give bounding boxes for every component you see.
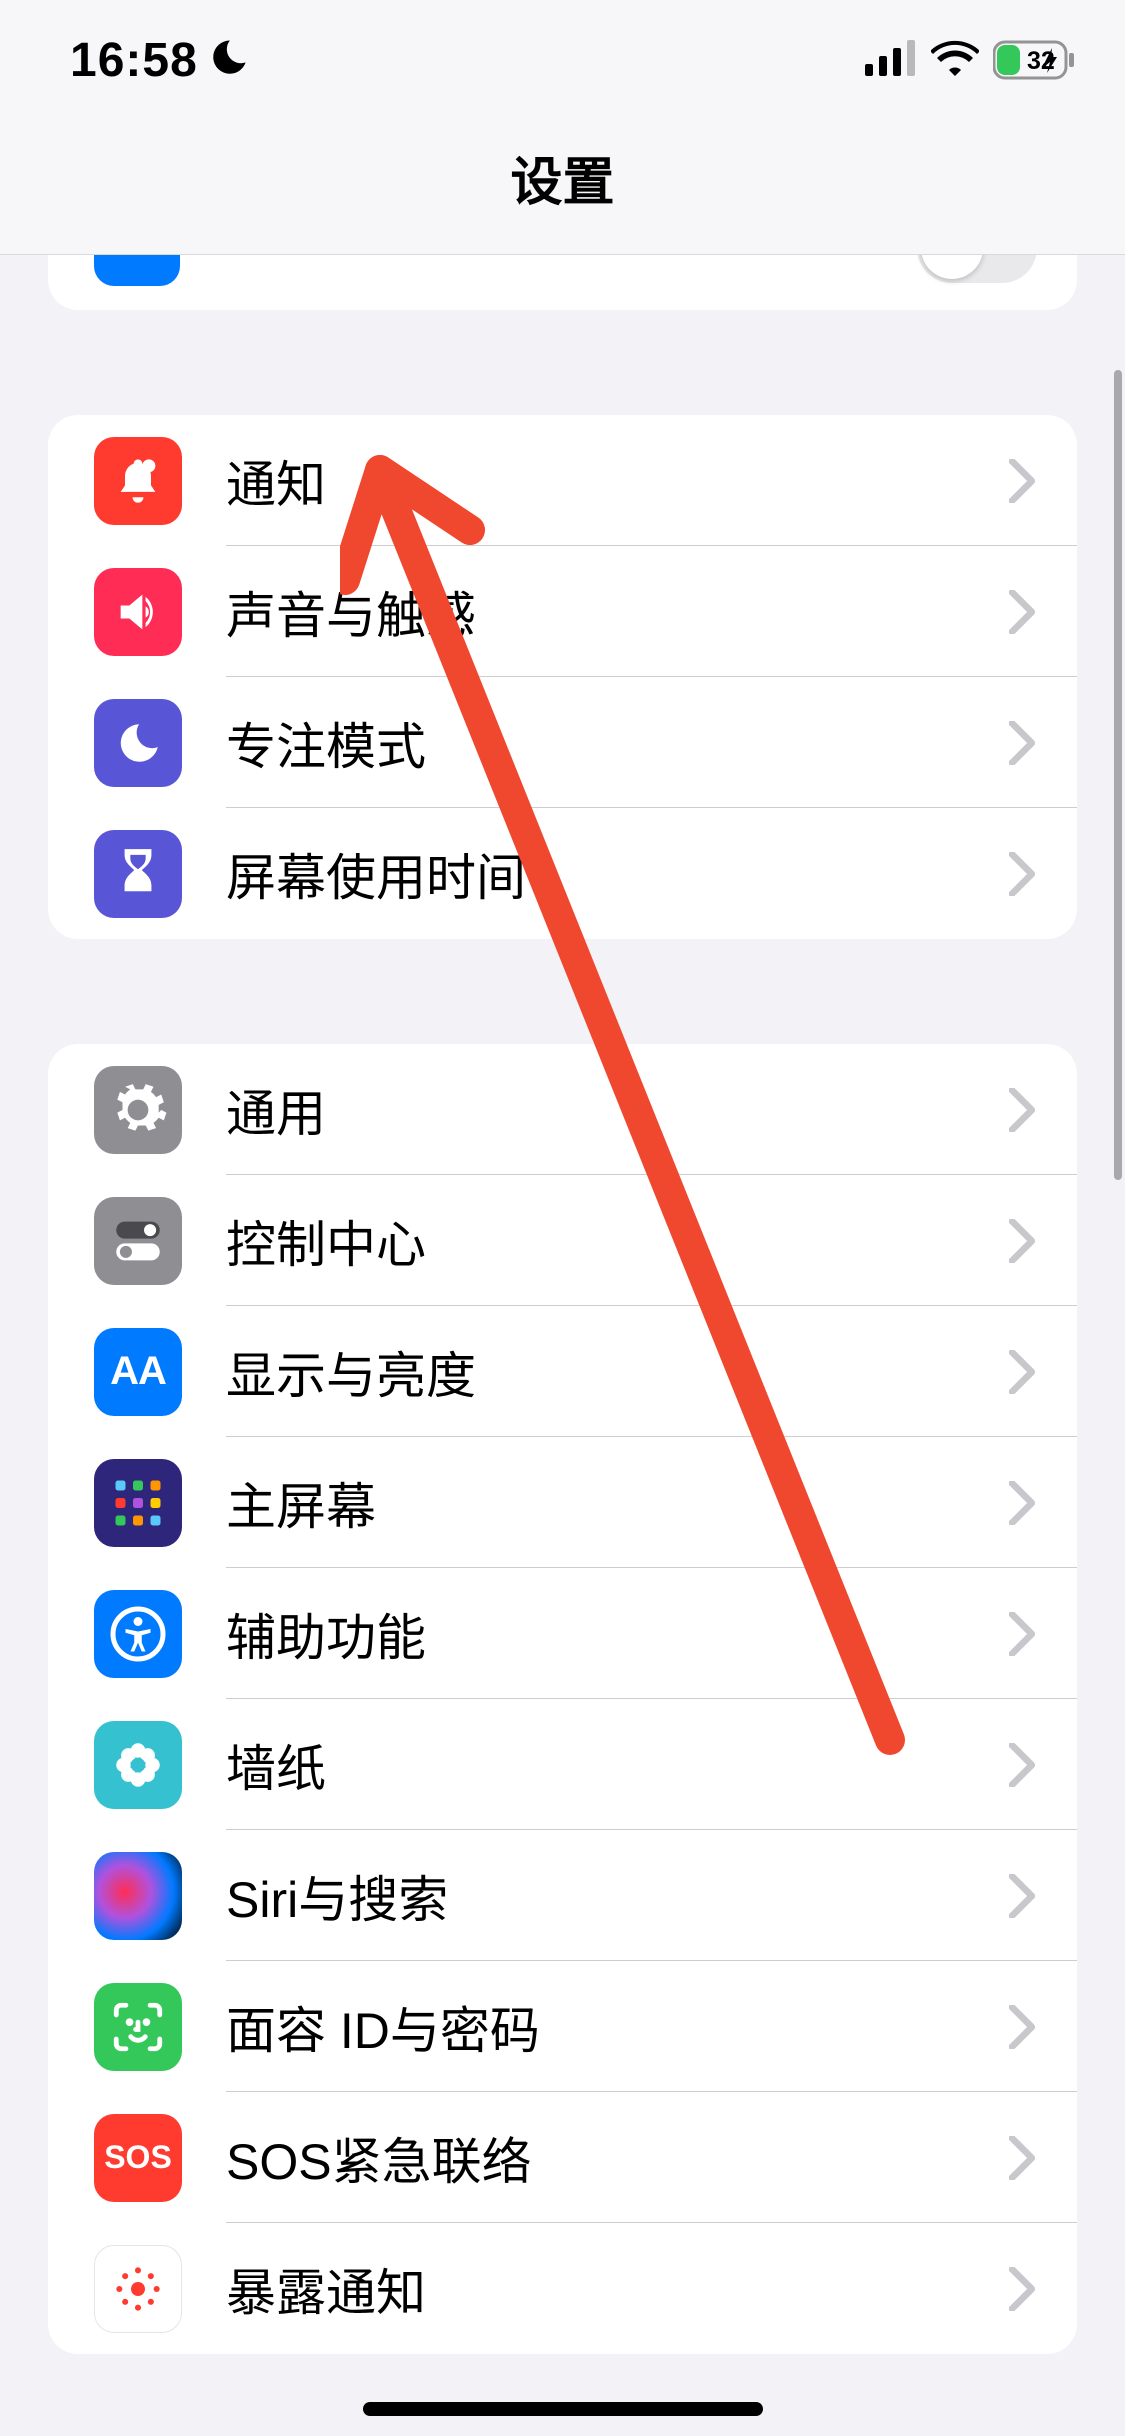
wifi-icon <box>931 40 979 81</box>
settings-row-faceid[interactable]: 面容 ID与密码 <box>48 1961 1077 2092</box>
chevron-right-icon <box>1009 1874 1037 1918</box>
home-indicator[interactable] <box>363 2402 763 2416</box>
settings-group-1: 通知 声音与触感 专注模式 屏幕使用时间 <box>48 415 1077 939</box>
nav-bar: 设置 <box>0 100 1125 255</box>
row-label: SOS紧急联络 <box>182 2122 1009 2194</box>
app-grid-icon <box>94 1459 182 1547</box>
settings-row-siri[interactable]: Siri与搜索 <box>48 1830 1077 1961</box>
settings-row-screen-time[interactable]: 屏幕使用时间 <box>48 808 1077 939</box>
chevron-right-icon <box>1009 1088 1037 1132</box>
settings-row-accessibility[interactable]: 辅助功能 <box>48 1568 1077 1699</box>
status-bar: 16:58 32 <box>0 0 1125 100</box>
chevron-right-icon <box>1009 721 1037 765</box>
battery-icon: 32 <box>993 40 1075 80</box>
chevron-right-icon <box>1009 1612 1037 1656</box>
chevron-right-icon <box>1009 2136 1037 2180</box>
row-label: 辅助功能 <box>182 1598 1009 1670</box>
chevron-right-icon <box>1009 459 1037 503</box>
row-label: 通用 <box>182 1074 1009 1146</box>
settings-row-notifications[interactable]: 通知 <box>48 415 1077 546</box>
settings-row-sos[interactable]: SOS SOS紧急联络 <box>48 2092 1077 2223</box>
row-label: 声音与触感 <box>182 576 1009 648</box>
row-label: 暴露通知 <box>182 2253 1009 2325</box>
row-label: 控制中心 <box>182 1205 1009 1277</box>
status-right: 32 <box>865 40 1075 81</box>
row-label: 屏幕使用时间 <box>182 838 1009 910</box>
chevron-right-icon <box>1009 1743 1037 1787</box>
toggle-switch[interactable] <box>917 255 1037 283</box>
chevron-right-icon <box>1009 590 1037 634</box>
row-label: 墙纸 <box>182 1729 1009 1801</box>
chevron-right-icon <box>1009 2267 1037 2311</box>
hourglass-icon <box>94 830 182 918</box>
status-time: 16:58 <box>70 33 198 88</box>
chevron-right-icon <box>1009 1481 1037 1525</box>
text-size-icon: AA <box>94 1328 182 1416</box>
moon-icon <box>94 699 182 787</box>
bell-icon <box>94 437 182 525</box>
chevron-right-icon <box>1009 1350 1037 1394</box>
row-label: 通知 <box>182 445 1009 517</box>
speaker-icon <box>94 568 182 656</box>
sos-icon: SOS <box>94 2114 182 2202</box>
settings-row-wallpaper[interactable]: 墙纸 <box>48 1699 1077 1830</box>
row-label: 面容 ID与密码 <box>182 1991 1009 2063</box>
settings-row-sounds[interactable]: 声音与触感 <box>48 546 1077 677</box>
settings-row-home-screen[interactable]: 主屏幕 <box>48 1437 1077 1568</box>
flower-icon <box>94 1721 182 1809</box>
row-label: 专注模式 <box>182 707 1009 779</box>
settings-row-control-center[interactable]: 控制中心 <box>48 1175 1077 1306</box>
chevron-right-icon <box>1009 1219 1037 1263</box>
switches-icon <box>94 1197 182 1285</box>
chevron-right-icon <box>1009 852 1037 896</box>
chevron-right-icon <box>1009 2005 1037 2049</box>
status-left: 16:58 <box>70 33 250 88</box>
dnd-moon-icon <box>208 37 250 84</box>
row-label: Siri与搜索 <box>182 1860 1009 1932</box>
settings-group-2: 通用 控制中心 AA 显示与亮度 <box>48 1044 1077 2354</box>
gear-icon <box>94 1066 182 1154</box>
row-label: 显示与亮度 <box>182 1336 1009 1408</box>
settings-row-display[interactable]: AA 显示与亮度 <box>48 1306 1077 1437</box>
exposure-icon <box>94 2245 182 2333</box>
settings-row-focus[interactable]: 专注模式 <box>48 677 1077 808</box>
cellular-icon <box>865 40 917 81</box>
settings-row-partial[interactable] <box>48 255 1077 310</box>
siri-icon <box>94 1852 182 1940</box>
settings-row-exposure[interactable]: 暴露通知 <box>48 2223 1077 2354</box>
scroll-indicator[interactable] <box>1114 370 1122 1180</box>
row-label: 主屏幕 <box>182 1467 1009 1539</box>
faceid-icon <box>94 1983 182 2071</box>
content[interactable]: 通知 声音与触感 专注模式 屏幕使用时间 <box>0 255 1125 2354</box>
settings-row-general[interactable]: 通用 <box>48 1044 1077 1175</box>
nav-title: 设置 <box>510 140 614 215</box>
accessibility-icon <box>94 1590 182 1678</box>
toggle-knob <box>921 255 983 279</box>
partial-row-icon <box>94 255 180 286</box>
